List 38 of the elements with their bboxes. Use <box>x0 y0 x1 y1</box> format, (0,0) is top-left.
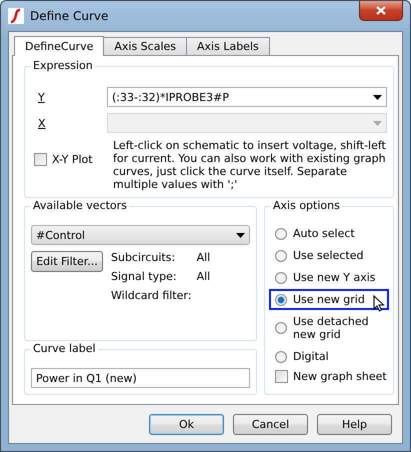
filter-label: Signal type: <box>111 270 177 283</box>
filter-label: Subcircuits: <box>111 251 176 264</box>
app-logo-icon <box>8 8 24 24</box>
group-title: Curve label <box>31 342 98 355</box>
radio-option[interactable]: Use detached new grid <box>271 313 387 343</box>
close-button[interactable] <box>359 1 403 21</box>
cursor-icon <box>372 295 385 312</box>
filter-label: Wildcard filter: <box>111 289 192 302</box>
xy-plot-checkbox[interactable]: X-Y Plot <box>31 153 96 166</box>
window-title: Define Curve <box>30 9 108 23</box>
group-title: Axis options <box>271 199 342 212</box>
filter-value: All <box>196 270 210 283</box>
caret-icon <box>372 94 382 100</box>
dialog-button[interactable]: Cancel <box>233 414 308 434</box>
vector-dropdown[interactable]: #Control <box>31 225 250 245</box>
edit-filter-button[interactable]: Edit Filter... <box>31 251 103 272</box>
radio-option[interactable]: Digital <box>271 348 387 365</box>
radio-option[interactable]: Use new Y axis <box>271 269 387 286</box>
group-title: Available vectors <box>31 199 129 212</box>
tab[interactable]: Axis Labels <box>186 37 270 55</box>
caret-icon <box>236 232 245 238</box>
new-graph-sheet-checkbox[interactable]: New graph sheet <box>271 370 387 383</box>
tab[interactable]: DefineCurve <box>14 36 104 56</box>
field-label: X <box>37 116 47 130</box>
filter-value: All <box>196 251 210 264</box>
group-title: Expression <box>31 59 95 72</box>
curve-label-field[interactable]: Power in Q1 (new) <box>31 368 250 388</box>
close-icon <box>376 6 386 15</box>
radio-option[interactable]: Use new grid <box>271 291 387 308</box>
tab[interactable]: Axis Scales <box>103 37 188 55</box>
caret-icon <box>372 120 382 126</box>
dialog-button[interactable]: Help <box>317 414 392 434</box>
dialog-button[interactable]: Ok <box>149 414 224 434</box>
radio-option[interactable]: Auto select <box>271 225 387 242</box>
field-label: Y <box>37 90 46 104</box>
radio-option[interactable]: Use selected <box>271 247 387 264</box>
y-combo-box[interactable]: (:33-:32)*IPROBE3#P <box>107 87 387 107</box>
hint-text: Left-click on schematic to insert voltage, shift-left for current. You can also work with existing graph curves, just click the curve itself. Separate multiple values with ';' <box>113 139 387 191</box>
